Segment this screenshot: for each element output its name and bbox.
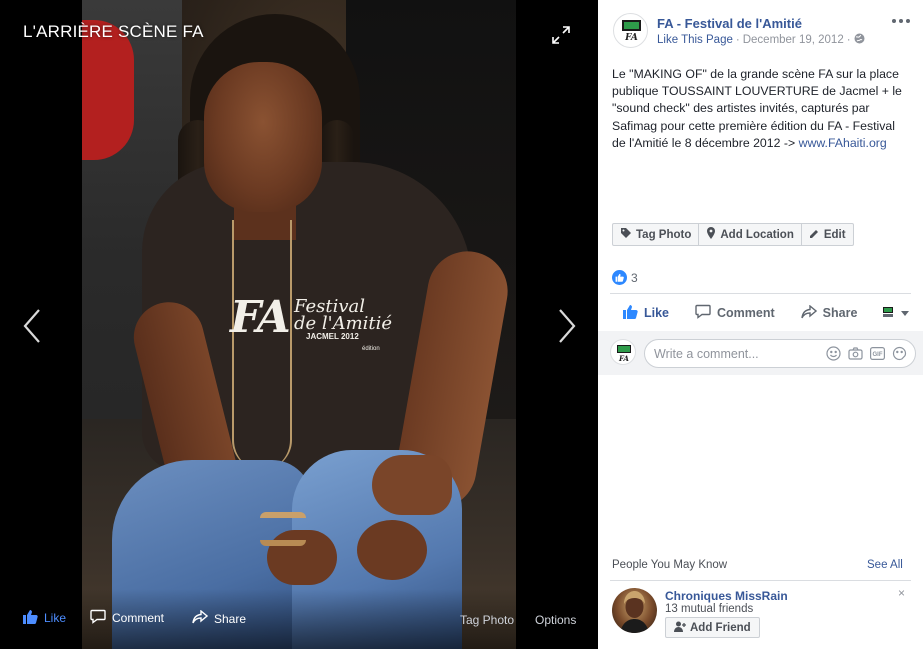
add-friend-icon (674, 621, 686, 635)
camera-icon[interactable] (847, 345, 863, 361)
photo-knee (357, 520, 427, 580)
page-avatar[interactable]: FA (613, 13, 648, 48)
comment-composer: FA GIF (598, 331, 923, 375)
add-location-button[interactable]: Add Location (699, 224, 802, 245)
post-date[interactable]: December 19, 2012 (743, 34, 844, 46)
like-label: Like (644, 306, 670, 320)
like-page-link[interactable]: Like This Page (657, 34, 733, 46)
gif-icon[interactable]: GIF (869, 345, 885, 361)
pymk-heading: People You May Know (612, 559, 728, 571)
shirt-logo-text: Festival de l'Amitié (294, 298, 393, 334)
share-icon (800, 304, 817, 322)
thumbs-up-icon (622, 304, 638, 322)
post-link[interactable]: www.FAhaiti.org (799, 136, 887, 150)
shirt-logo-edition: édition (362, 346, 380, 352)
viewer-comment-label: Comment (112, 611, 165, 625)
comment-label: Comment (717, 306, 775, 320)
svg-text:FA: FA (624, 33, 638, 43)
chevron-down-icon (901, 306, 910, 320)
thumbs-up-icon (22, 609, 38, 627)
person-avatar[interactable] (612, 588, 657, 633)
meta-separator: · (846, 34, 851, 46)
viewer-like-label: Like (44, 611, 67, 625)
add-friend-button[interactable]: Add Friend (665, 617, 760, 638)
page-name-link[interactable]: FA - Festival de l'Amitié (657, 16, 802, 31)
add-friend-label: Add Friend (690, 621, 751, 634)
album-title: L'ARRIÈRE SCÈNE FA (23, 22, 204, 41)
see-all-link[interactable]: See All (867, 559, 903, 571)
post-meta: Like This Page · December 19, 2012 · (657, 33, 865, 47)
tag-photo-label: Tag Photo (636, 228, 692, 241)
comment-icon (90, 609, 106, 627)
svg-text:GIF: GIF (872, 352, 882, 358)
viewer-share-label: Share (214, 611, 247, 626)
divider (610, 293, 911, 294)
photo-face (204, 62, 322, 212)
emoji-icon[interactable] (825, 345, 841, 361)
post-sidebar: FA FA - Festival de l'Amitié Like This P… (598, 0, 923, 649)
tag-photo-button[interactable]: Tag Photo (613, 224, 700, 245)
pencil-icon (809, 228, 820, 242)
edit-label: Edit (823, 228, 846, 241)
post-action-bar: Like Comment Share (612, 300, 910, 326)
chevron-left-icon[interactable] (20, 306, 44, 346)
photo-viewer: FA Festival de l'Amitié JACMEL 2012 édit… (0, 0, 598, 649)
photo-necklace (232, 220, 292, 470)
photo-hand (372, 455, 452, 515)
viewer-like-button[interactable]: Like (22, 609, 66, 627)
edit-button[interactable]: Edit (802, 224, 853, 245)
photo-actions: Tag Photo Add Location Edit (612, 223, 854, 246)
shirt-logo-fa: FA (230, 292, 291, 343)
page-selector-button[interactable] (881, 306, 910, 321)
viewer-comment-button[interactable]: Comment (90, 609, 164, 627)
photo-bracelets (260, 512, 306, 546)
share-label: Share (822, 306, 858, 320)
more-options-icon[interactable] (889, 12, 913, 30)
share-button[interactable]: Share (800, 304, 858, 322)
comment-icon (695, 304, 711, 322)
post-text: Le "MAKING OF" de la grande scène FA sur… (612, 66, 912, 152)
reaction-count: 3 (631, 270, 638, 285)
photo[interactable]: FA Festival de l'Amitié JACMEL 2012 édit… (82, 0, 516, 649)
globe-icon[interactable] (854, 33, 865, 47)
commenter-avatar[interactable]: FA (610, 339, 636, 365)
expand-icon[interactable] (552, 26, 570, 44)
svg-text:FA: FA (618, 354, 630, 363)
add-location-label: Add Location (720, 228, 794, 241)
chevron-right-icon[interactable] (555, 306, 579, 346)
divider (610, 580, 911, 581)
share-icon (192, 609, 209, 627)
location-pin-icon (706, 227, 716, 242)
shirt-logo-amitie: de l'Amitié (294, 313, 393, 334)
comment-button[interactable]: Comment (695, 304, 775, 322)
tag-icon (620, 227, 632, 242)
close-icon[interactable]: × (898, 586, 905, 600)
viewer-options-button[interactable]: Options (535, 613, 576, 627)
viewer-share-button[interactable]: Share (192, 609, 247, 627)
meta-separator: · (735, 34, 740, 46)
sticker-icon[interactable] (891, 345, 907, 361)
shirt-logo-city: JACMEL 2012 (306, 332, 359, 341)
mutual-friends-link[interactable]: 13 mutual friends (665, 603, 753, 615)
like-button[interactable]: Like (622, 304, 669, 322)
pymk-card: Chroniques MissRain 13 mutual friends Ad… (612, 586, 912, 642)
person-name-link[interactable]: Chroniques MissRain (665, 589, 788, 603)
viewer-tag-photo-button[interactable]: Tag Photo (460, 613, 514, 627)
reaction-summary[interactable]: 3 (612, 270, 638, 285)
page-flag-icon (881, 306, 895, 321)
comment-tools: GIF (825, 345, 907, 361)
like-reaction-icon (612, 270, 627, 285)
